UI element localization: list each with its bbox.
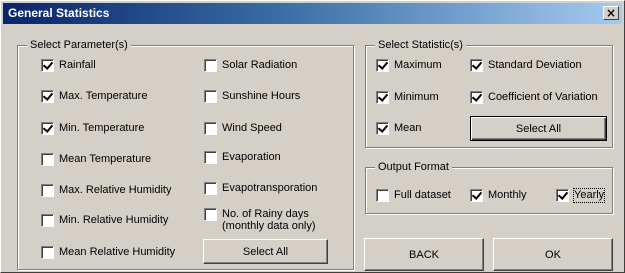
param-max-temperature-checkbox[interactable]: Max. Temperature	[41, 90, 147, 103]
stat-standard-deviation-checkbox[interactable]: Standard Deviation	[470, 59, 582, 72]
checkbox-box[interactable]	[41, 214, 54, 227]
checkbox-box[interactable]	[376, 122, 389, 135]
checkbox-label: Monthly	[488, 189, 527, 201]
param-mean-temperature-checkbox[interactable]: Mean Temperature	[41, 153, 151, 166]
param-min-temperature-checkbox[interactable]: Min. Temperature	[41, 122, 144, 135]
param-sunshine-hours-checkbox[interactable]: Sunshine Hours	[204, 90, 300, 103]
checkbox-label: Min. Relative Humidity	[59, 214, 169, 226]
output-format-legend: Output Format	[375, 161, 452, 174]
stat-coefficient-of-variation-checkbox[interactable]: Coefficient of Variation	[470, 91, 598, 104]
checkbox-label: Sunshine Hours	[222, 90, 301, 102]
checkbox-label: Mean Relative Humidity	[59, 246, 176, 258]
checkbox-box[interactable]	[470, 91, 483, 104]
checkbox-box[interactable]	[41, 246, 54, 259]
checkbox-box[interactable]	[41, 59, 54, 72]
stat-minimum-checkbox[interactable]: Minimum	[376, 91, 439, 104]
checkbox-box[interactable]	[41, 184, 54, 197]
checkbox-box[interactable]	[376, 189, 389, 202]
checkbox-label: Maximum	[394, 59, 442, 71]
checkbox-box[interactable]	[204, 122, 217, 135]
button-label: BACK	[409, 248, 439, 261]
checkbox-label: Rainfall	[59, 59, 96, 71]
back-button[interactable]: BACK	[364, 238, 484, 271]
checkbox-label: Solar Radiation	[222, 59, 298, 71]
button-label: Select All	[242, 245, 289, 258]
output-full-dataset-checkbox[interactable]: Full dataset	[376, 189, 451, 202]
param-solar-radiation-checkbox[interactable]: Solar Radiation	[204, 59, 297, 72]
statistics-select-all-button[interactable]: Select All	[470, 116, 607, 141]
checkbox-box[interactable]	[204, 90, 217, 103]
checkbox-label: Evaporation	[222, 151, 281, 163]
checkbox-label: Max. Temperature	[59, 90, 148, 102]
checkbox-label: Standard Deviation	[488, 59, 582, 71]
checkbox-box[interactable]	[41, 90, 54, 103]
checkbox-label: Max. Relative Humidity	[59, 184, 172, 196]
checkbox-label: Min. Temperature	[59, 122, 145, 134]
checkbox-box[interactable]	[470, 189, 483, 202]
param-rainfall-checkbox[interactable]: Rainfall	[41, 59, 96, 72]
param-evaporation-checkbox[interactable]: Evaporation	[204, 151, 281, 164]
param-rainy-days-checkbox[interactable]: No. of Rainy days (monthly data only)	[204, 208, 334, 232]
general-statistics-dialog: General Statistics × Select Parameter(s)…	[0, 0, 625, 273]
checkbox-box[interactable]	[204, 182, 217, 195]
checkbox-box[interactable]	[376, 59, 389, 72]
select-parameters-legend: Select Parameter(s)	[27, 39, 131, 52]
button-label: Select All	[515, 122, 562, 135]
stat-maximum-checkbox[interactable]: Maximum	[376, 59, 442, 72]
checkbox-label: Full dataset	[394, 189, 451, 201]
checkbox-label: Mean	[394, 122, 422, 134]
checkbox-label: Yearly	[572, 188, 606, 203]
checkbox-label: Wind Speed	[222, 122, 282, 134]
checkbox-box[interactable]	[204, 59, 217, 72]
output-yearly-checkbox[interactable]: Yearly	[556, 188, 606, 203]
title-bar[interactable]: General Statistics ×	[3, 3, 622, 24]
checkbox-label: No. of Rainy days (monthly data only)	[222, 208, 316, 232]
checkbox-box[interactable]	[204, 151, 217, 164]
checkbox-box[interactable]	[470, 59, 483, 72]
checkbox-box[interactable]	[41, 122, 54, 135]
parameters-select-all-button[interactable]: Select All	[203, 239, 328, 264]
checkbox-box[interactable]	[376, 91, 389, 104]
window-title: General Statistics	[8, 6, 110, 20]
checkbox-label: Evapotransporation	[222, 182, 318, 194]
checkbox-label: Coefficient of Variation	[488, 91, 598, 103]
param-min-relative-humidity-checkbox[interactable]: Min. Relative Humidity	[41, 214, 168, 227]
select-statistics-legend: Select Statistic(s)	[375, 39, 466, 52]
ok-button[interactable]: OK	[493, 238, 613, 271]
button-label: OK	[545, 248, 561, 261]
param-max-relative-humidity-checkbox[interactable]: Max. Relative Humidity	[41, 184, 171, 197]
checkbox-label: Mean Temperature	[59, 153, 152, 165]
param-mean-relative-humidity-checkbox[interactable]: Mean Relative Humidity	[41, 246, 175, 259]
close-icon: ×	[605, 6, 617, 20]
checkbox-box[interactable]	[204, 208, 217, 221]
checkbox-box[interactable]	[556, 189, 569, 202]
checkbox-box[interactable]	[41, 153, 54, 166]
output-monthly-checkbox[interactable]: Monthly	[470, 189, 527, 202]
stat-mean-checkbox[interactable]: Mean	[376, 122, 422, 135]
checkbox-label: Minimum	[394, 91, 439, 103]
close-button[interactable]: ×	[603, 6, 619, 20]
param-wind-speed-checkbox[interactable]: Wind Speed	[204, 122, 282, 135]
param-evapotransporation-checkbox[interactable]: Evapotransporation	[204, 182, 317, 195]
